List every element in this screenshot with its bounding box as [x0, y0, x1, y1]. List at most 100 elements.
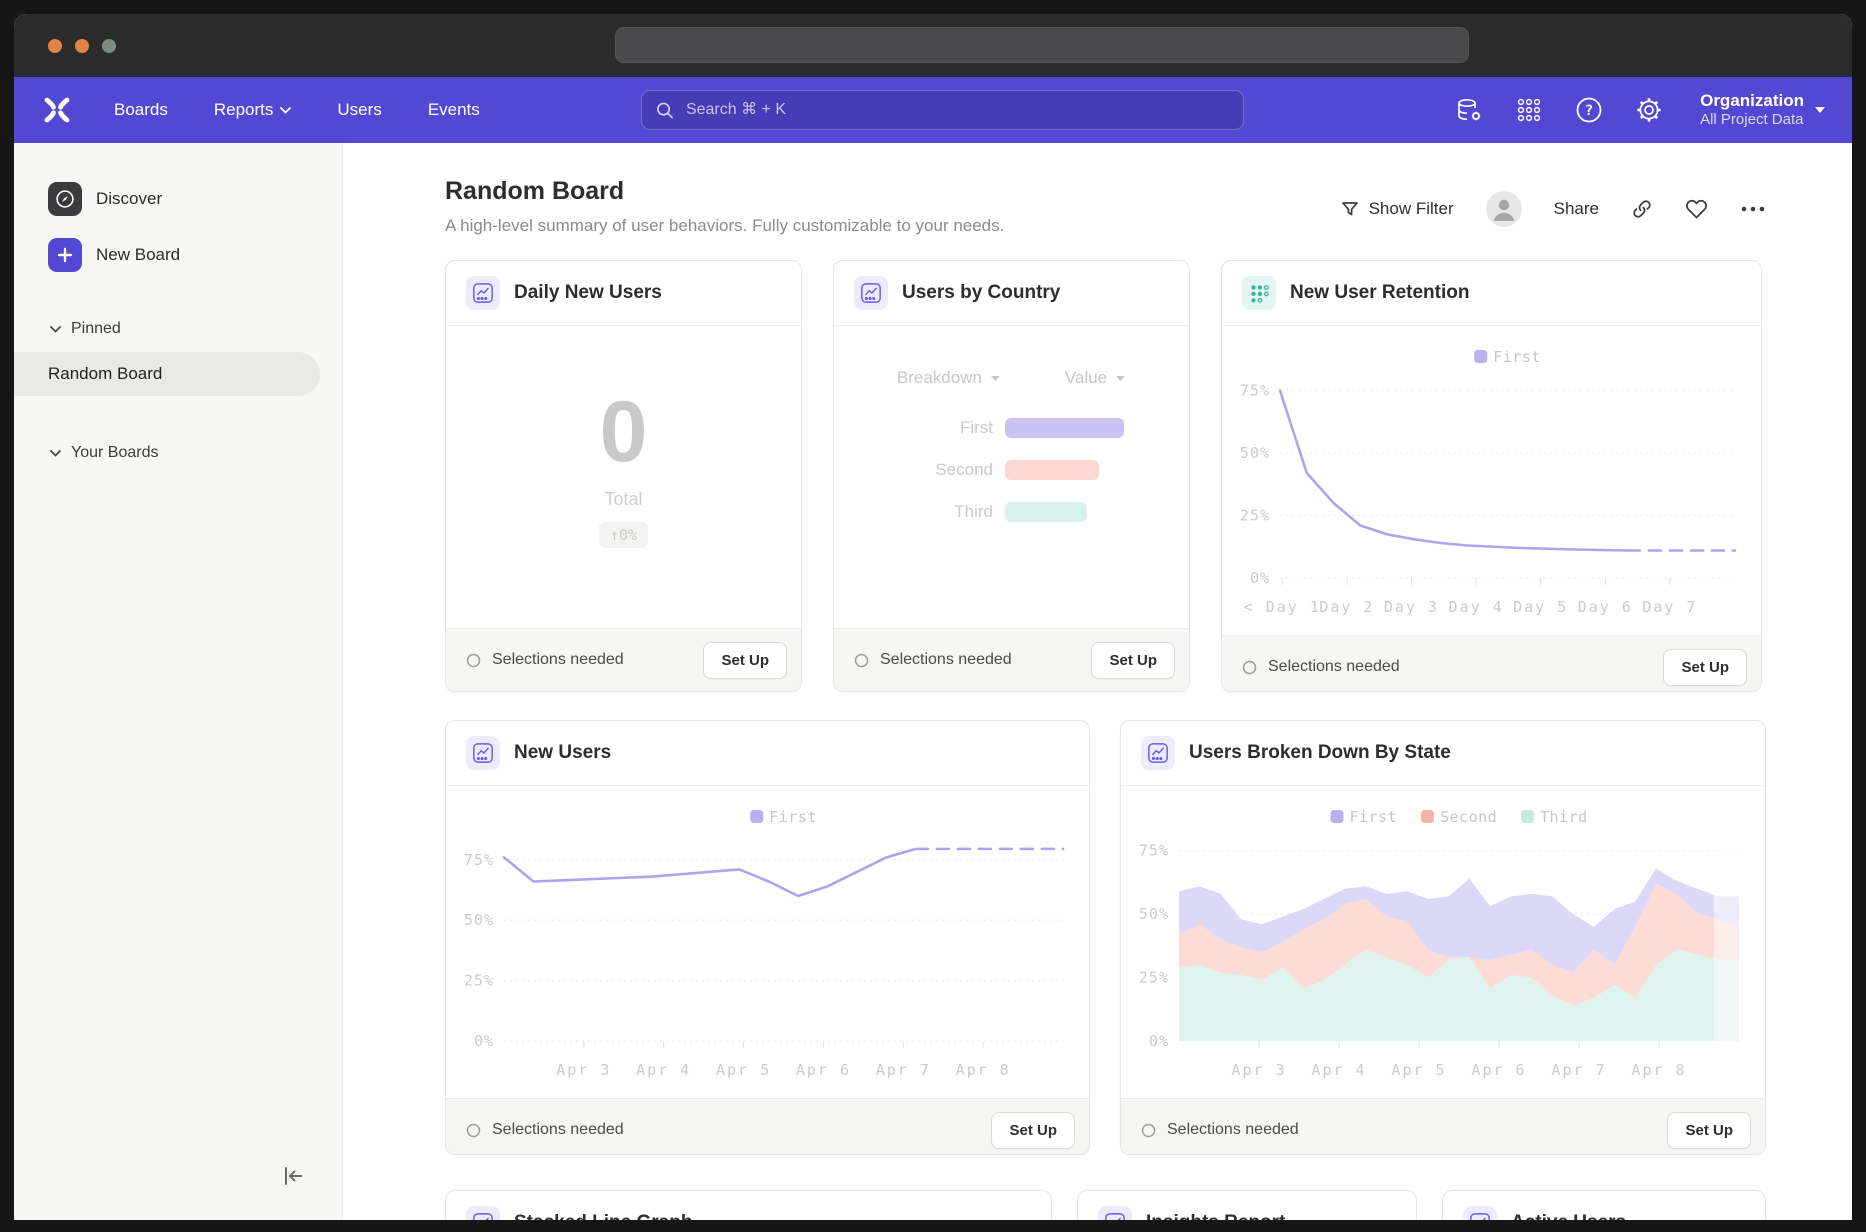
status-circle-icon	[1141, 1123, 1156, 1138]
svg-text:Apr 8: Apr 8	[956, 1061, 1011, 1079]
svg-text:First: First	[1493, 348, 1541, 366]
set-up-button[interactable]: Set Up	[1091, 642, 1175, 679]
svg-text:Day 3: Day 3	[1384, 598, 1439, 616]
set-up-button[interactable]: Set Up	[1663, 649, 1747, 686]
svg-text:Apr 6: Apr 6	[796, 1061, 851, 1079]
card-active-users: Active Users	[1442, 1190, 1766, 1220]
line-chart-icon	[466, 276, 500, 310]
apps-grid-icon[interactable]	[1514, 95, 1544, 125]
collapse-sidebar-icon[interactable]	[280, 1163, 306, 1194]
status-circle-icon	[1242, 660, 1257, 675]
sidebar-section-your-boards[interactable]: Your Boards	[14, 438, 342, 468]
card-footer: Selections needed Set Up	[834, 628, 1189, 691]
sidebar-item-random-board[interactable]: Random Board	[14, 352, 320, 396]
svg-text:Apr 3: Apr 3	[1231, 1061, 1286, 1079]
card-title: Daily New Users	[514, 282, 662, 304]
svg-text:Apr 6: Apr 6	[1471, 1061, 1526, 1079]
nav-item-label: Users	[337, 100, 381, 120]
close-window-button[interactable]	[48, 39, 62, 53]
show-filter-button[interactable]: Show Filter	[1340, 199, 1454, 219]
card-title: New User Retention	[1290, 282, 1469, 304]
sidebar-item-discover[interactable]: Discover	[14, 182, 342, 216]
retention-line-chart: 75%50%25%0%< Day 1Day 2Day 3Day 4Day 5Da…	[1222, 326, 1761, 630]
line-chart-icon	[466, 1206, 500, 1220]
browser-address-bar[interactable]	[615, 27, 1469, 63]
card-insights-report: Insights Report	[1077, 1190, 1417, 1220]
global-search[interactable]	[641, 90, 1244, 130]
status-text: Selections needed	[854, 651, 1012, 669]
minimize-window-button[interactable]	[75, 39, 89, 53]
svg-text:Apr 8: Apr 8	[1631, 1061, 1686, 1079]
sidebar-section-pinned[interactable]: Pinned	[14, 314, 342, 344]
browser-window: Boards Reports Users Events	[14, 14, 1852, 1220]
status-circle-icon	[466, 653, 481, 668]
card-users-by-country: Users by Country Breakdown Value	[833, 260, 1190, 692]
top-nav: Boards Reports Users Events	[14, 77, 1852, 143]
chevron-down-icon	[1814, 106, 1826, 114]
section-label: Pinned	[71, 320, 121, 338]
sidebar-item-new-board[interactable]: New Board	[14, 238, 342, 272]
line-chart-icon	[1098, 1206, 1132, 1220]
breakdown-dropdown[interactable]: Breakdown	[897, 368, 1001, 388]
svg-text:Day 7: Day 7	[1642, 598, 1697, 616]
settings-gear-icon[interactable]	[1634, 95, 1664, 125]
nav-item-events[interactable]: Events	[428, 100, 480, 120]
svg-text:Third: Third	[1540, 808, 1588, 826]
dropdown-label: Breakdown	[897, 368, 982, 388]
status-text: Selections needed	[466, 1121, 624, 1139]
card-footer: Selections needed Set Up	[1222, 635, 1761, 692]
copy-link-icon[interactable]	[1631, 198, 1653, 220]
svg-text:50%: 50%	[464, 911, 494, 929]
card-new-users: New Users 75%50%25%0%Apr 3Apr 4Apr 5Apr …	[445, 720, 1090, 1155]
status-text: Selections needed	[1141, 1121, 1299, 1139]
nav-item-boards[interactable]: Boards	[114, 100, 168, 120]
help-icon[interactable]: ?	[1574, 95, 1604, 125]
nav-item-users[interactable]: Users	[337, 100, 381, 120]
data-management-icon[interactable]	[1454, 95, 1484, 125]
mixpanel-logo-icon[interactable]	[40, 95, 74, 125]
status-text: Selections needed	[1242, 658, 1400, 676]
svg-text:Apr 7: Apr 7	[1551, 1061, 1606, 1079]
page-title: Random Board	[445, 177, 1004, 206]
svg-text:Day 5: Day 5	[1513, 598, 1568, 616]
card-title: Active Users	[1511, 1212, 1626, 1220]
favorite-heart-icon[interactable]	[1685, 198, 1708, 220]
line-chart-icon	[1141, 736, 1175, 770]
value-bar	[1005, 460, 1099, 480]
search-icon	[656, 101, 674, 120]
stacked-area-chart: 75%50%25%0%Apr 3Apr 4Apr 5Apr 6Apr 7Apr …	[1121, 786, 1765, 1093]
avatar[interactable]	[1486, 191, 1522, 227]
card-users-by-state: Users Broken Down By State 75%50%25%0%Ap…	[1120, 720, 1766, 1155]
compass-icon	[48, 182, 82, 216]
sidebar-item-label: Discover	[96, 189, 162, 209]
org-project: All Project Data	[1700, 111, 1804, 130]
row-label: Third	[903, 502, 993, 522]
card-daily-new-users: Daily New Users 0 Total ↑0% Selections n…	[445, 260, 802, 692]
svg-text:First: First	[769, 808, 817, 826]
line-chart-icon	[466, 736, 500, 770]
search-input[interactable]	[684, 100, 1229, 120]
browser-chrome	[14, 14, 1852, 77]
set-up-button[interactable]: Set Up	[1667, 1112, 1751, 1149]
card-title: Insights Report	[1146, 1212, 1285, 1220]
nav-item-label: Reports	[214, 100, 274, 120]
set-up-button[interactable]: Set Up	[991, 1112, 1075, 1149]
row-label: First	[903, 418, 993, 438]
status-circle-icon	[854, 653, 869, 668]
nav-right: ? Organization All Project Data	[1454, 90, 1826, 130]
org-switcher[interactable]: Organization All Project Data	[1700, 90, 1826, 130]
show-filter-label: Show Filter	[1369, 199, 1454, 219]
filter-funnel-icon	[1340, 199, 1360, 219]
more-options-icon[interactable]	[1740, 205, 1766, 213]
section-label: Your Boards	[71, 444, 158, 462]
value-dropdown[interactable]: Value	[1065, 368, 1126, 388]
breakdown-row: Second	[903, 460, 1189, 480]
plus-icon	[48, 238, 82, 272]
board-content: Random Board A high-level summary of use…	[343, 143, 1852, 1220]
set-up-button[interactable]: Set Up	[703, 642, 787, 679]
chevron-down-icon	[50, 326, 61, 333]
share-button[interactable]: Share	[1554, 199, 1599, 219]
zoom-window-button[interactable]	[102, 39, 116, 53]
kpi-change-badge: ↑0%	[599, 522, 648, 548]
nav-item-reports[interactable]: Reports	[214, 100, 292, 120]
